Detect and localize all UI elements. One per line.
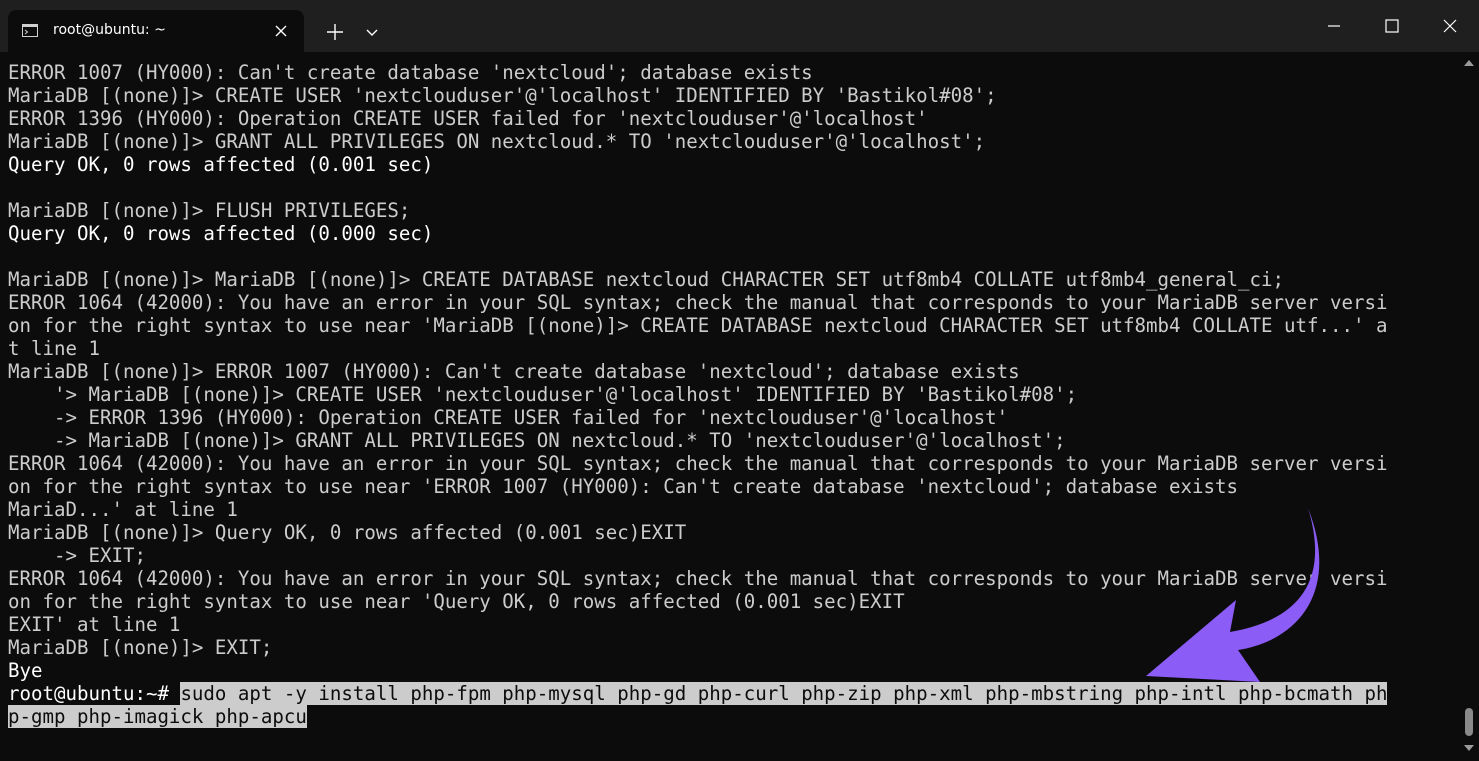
minimize-icon[interactable] [1305,0,1363,52]
scroll-up-icon[interactable] [1464,59,1474,67]
tab-title: root@ubuntu: ~ [53,22,166,38]
terminal-line: MariaDB [(none)]> CREATE USER 'nextcloud… [8,84,997,107]
terminal-line: Bye [8,659,43,682]
terminal-line: ERROR 1064 (42000): You have an error in… [8,291,1388,314]
terminal-line: on for the right syntax to use near 'ERR… [8,475,1239,498]
scrollbar[interactable] [1459,52,1479,761]
terminal-line: MariaDB [(none)]> FLUSH PRIVILEGES; [8,199,411,222]
chevron-down-icon[interactable] [358,18,386,46]
close-icon[interactable] [1421,0,1479,52]
terminal-line: EXIT' at line 1 [8,613,181,636]
selected-command[interactable]: p-gmp php-imagick php-apcu [8,705,307,728]
terminal-line: -> ERROR 1396 (HY000): Operation CREATE … [8,406,1009,429]
terminal-line: Query OK, 0 rows affected (0.001 sec) [8,153,434,176]
maximize-icon[interactable] [1363,0,1421,52]
terminal-line: ERROR 1064 (42000): You have an error in… [8,452,1388,475]
terminal-line: ERROR 1396 (HY000): Operation CREATE USE… [8,107,928,130]
terminal-line: -> MariaDB [(none)]> GRANT ALL PRIVILEGE… [8,429,1066,452]
terminal-line: MariaDB [(none)]> MariaDB [(none)]> CREA… [8,268,1284,291]
terminal-line: on for the right syntax to use near 'Que… [8,590,905,613]
tab-terminal[interactable]: root@ubuntu: ~ [8,10,304,52]
plus-icon[interactable] [321,18,349,46]
terminal-line: on for the right syntax to use near 'Mar… [8,314,1388,337]
terminal-line: MariaDB [(none)]> ERROR 1007 (HY000): Ca… [8,360,1020,383]
terminal-line: t line 1 [8,337,100,360]
terminal-line: MariaDB [(none)]> EXIT; [8,636,273,659]
terminal-line: -> EXIT; [8,544,146,567]
terminal-line: MariaDB [(none)]> Query OK, 0 rows affec… [8,521,687,544]
terminal-line: MariaDB [(none)]> GRANT ALL PRIVILEGES O… [8,130,986,153]
terminal-line: '> MariaDB [(none)]> CREATE USER 'nextcl… [8,383,1078,406]
title-bar: root@ubuntu: ~ [0,0,1479,52]
terminal-icon [22,24,38,37]
close-icon[interactable] [272,22,290,40]
terminal-line: Query OK, 0 rows affected (0.000 sec) [8,222,434,245]
annotation-arrow-icon [1146,508,1320,682]
scrollbar-thumb[interactable] [1465,708,1473,736]
terminal-line: ERROR 1007 (HY000): Can't create databas… [8,61,813,84]
scroll-down-icon[interactable] [1464,744,1474,752]
command-line-continued: p-gmp php-imagick php-apcu [8,705,307,728]
shell-prompt: root@ubuntu:~# [8,682,181,705]
terminal-line: MariaD...' at line 1 [8,498,238,521]
